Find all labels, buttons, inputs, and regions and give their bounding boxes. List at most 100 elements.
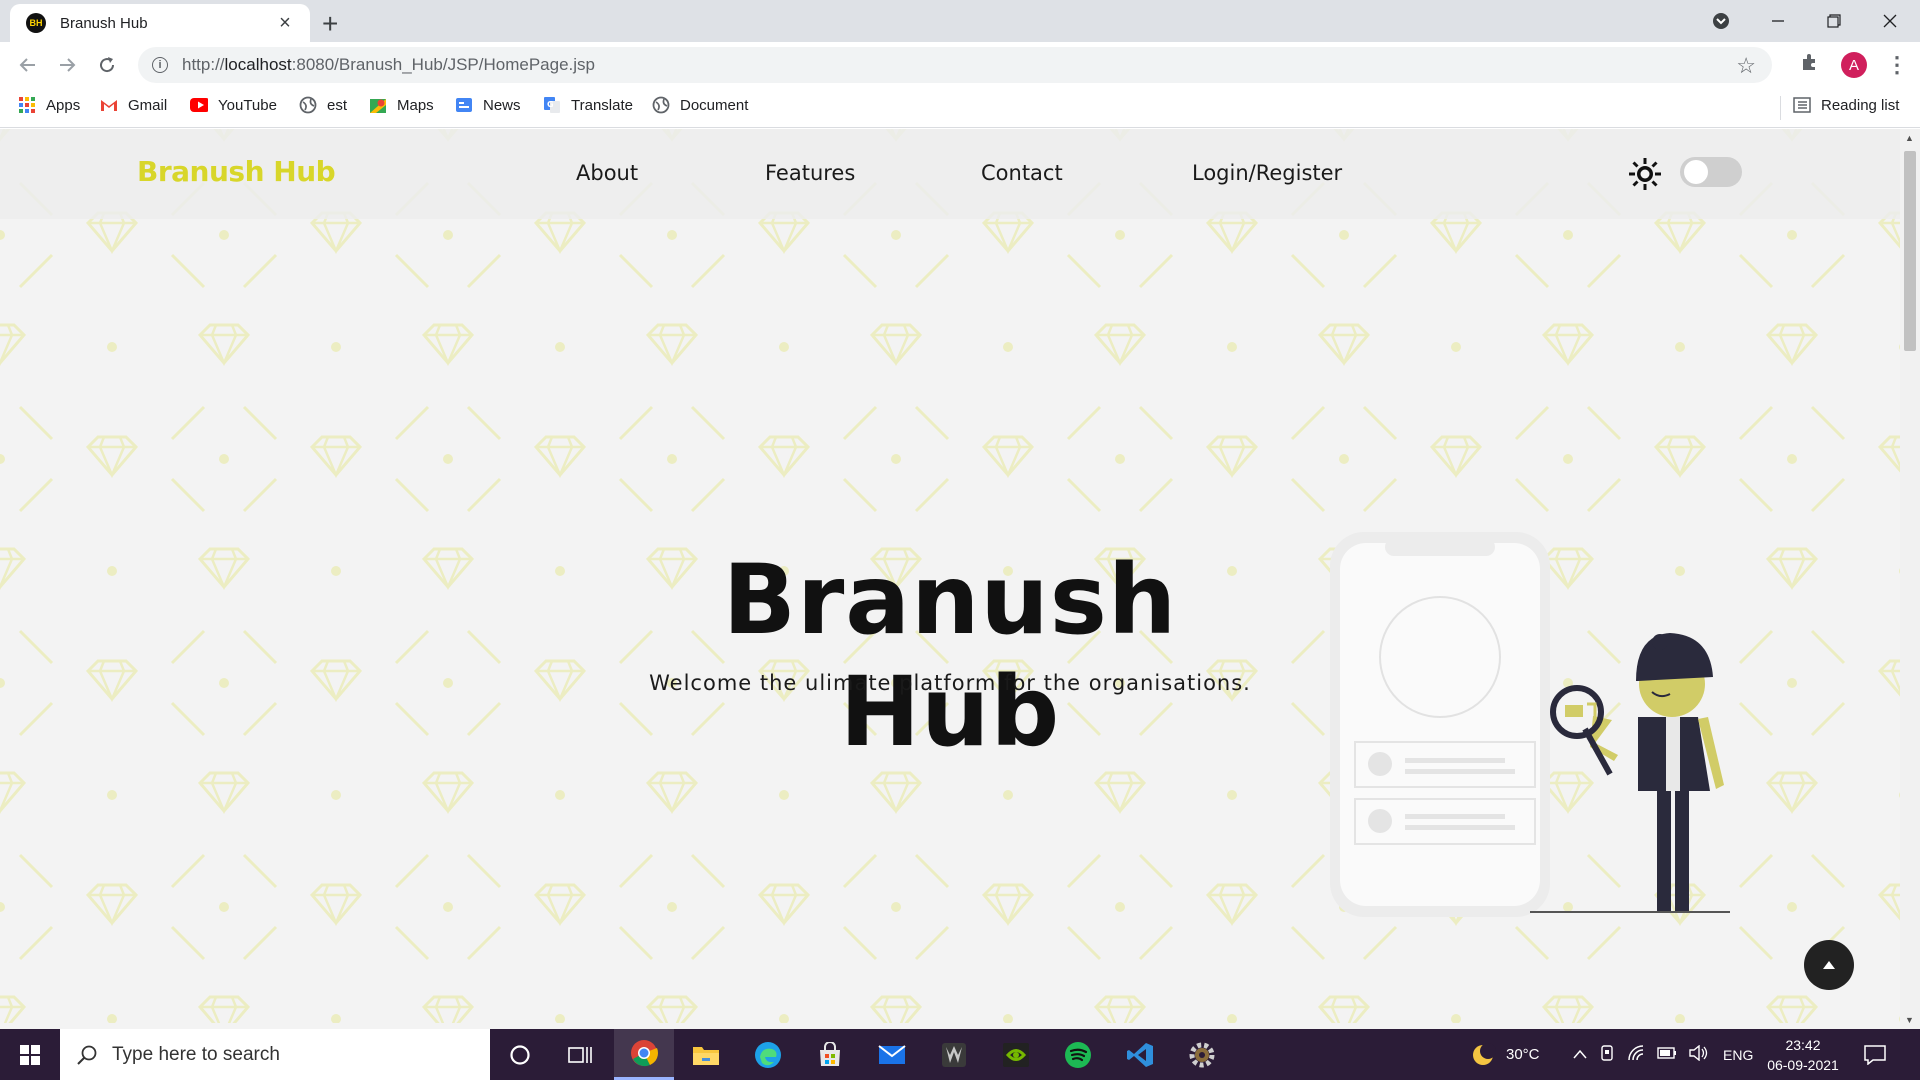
tab-search-button[interactable] — [1693, 0, 1749, 42]
theme-toggle-switch[interactable] — [1680, 157, 1742, 187]
nav-link-about[interactable]: About — [576, 161, 638, 185]
site-logo[interactable]: Branush Hub — [137, 155, 336, 188]
scroll-up-arrow-icon[interactable]: ▲ — [1905, 133, 1914, 143]
restore-icon — [1827, 14, 1841, 28]
taskbar-predator-sense[interactable] — [924, 1029, 984, 1080]
bookmark-maps[interactable]: Maps — [369, 96, 434, 114]
bookmark-apps[interactable]: Apps — [18, 96, 80, 114]
reload-button[interactable] — [93, 51, 121, 79]
scroll-down-arrow-icon[interactable]: ▼ — [1905, 1015, 1914, 1025]
notification-center-button[interactable] — [1864, 1029, 1886, 1080]
cortana-button[interactable] — [490, 1029, 550, 1080]
bookmark-youtube[interactable]: YouTube — [190, 96, 277, 114]
back-to-top-button[interactable] — [1804, 940, 1854, 990]
page-viewport: Branush Hub About Features Contact Login… — [0, 129, 1900, 1029]
bookmarks-divider — [1780, 96, 1781, 120]
taskbar-search-box[interactable]: Type here to search — [60, 1029, 490, 1080]
nav-link-features[interactable]: Features — [765, 161, 855, 185]
bookmark-label: est — [327, 96, 348, 114]
taskbar-edge[interactable] — [738, 1029, 798, 1080]
browser-menu-icon[interactable]: ⋮ — [1886, 52, 1908, 78]
bookmark-label: Translate — [571, 96, 633, 114]
reload-icon — [100, 57, 115, 73]
address-bar[interactable]: i http://localhost:8080/Branush_Hub/JSP/… — [138, 47, 1772, 83]
vscode-icon — [1127, 1042, 1153, 1067]
taskbar-clock[interactable]: 23:42 06-09-2021 — [1766, 1035, 1840, 1075]
chrome-icon — [631, 1040, 658, 1067]
browser-tab-strip: BH Branush Hub × + — [0, 0, 1920, 42]
weather-widget[interactable]: 30°C — [1470, 1029, 1540, 1080]
start-button[interactable] — [0, 1029, 60, 1080]
profile-avatar[interactable]: A — [1841, 52, 1867, 78]
globe-icon — [652, 96, 670, 114]
bookmark-news[interactable]: News — [455, 96, 521, 114]
volume-icon[interactable] — [1689, 1044, 1709, 1065]
bookmark-est[interactable]: est — [299, 96, 347, 114]
taskbar-mail[interactable] — [862, 1029, 922, 1080]
globe-icon — [299, 96, 317, 114]
taskbar-settings-app[interactable] — [1172, 1029, 1232, 1080]
task-view-button[interactable] — [550, 1029, 610, 1080]
task-view-icon — [568, 1046, 592, 1063]
clock-time: 23:42 — [1785, 1037, 1821, 1053]
close-window-button[interactable] — [1862, 0, 1918, 42]
taskbar-vscode[interactable] — [1110, 1029, 1170, 1080]
minimize-button[interactable] — [1750, 0, 1806, 42]
bookmark-label: Maps — [397, 96, 434, 114]
windows-taskbar: Type here to search 30°C ENG 23:42 06-09… — [0, 1029, 1920, 1080]
close-tab-icon[interactable]: × — [274, 12, 296, 35]
reading-list-icon — [1793, 97, 1811, 113]
search-placeholder: Type here to search — [112, 1043, 280, 1065]
new-tab-button[interactable]: + — [322, 8, 338, 40]
bookmark-label: Apps — [46, 96, 81, 114]
url-text: http://localhost:8080/Branush_Hub/JSP/Ho… — [182, 55, 595, 74]
language-indicator[interactable]: ENG — [1723, 1047, 1753, 1063]
extensions-puzzle-icon[interactable] — [1800, 52, 1820, 78]
taskbar-spotify[interactable] — [1048, 1029, 1108, 1080]
battery-icon[interactable] — [1657, 1046, 1677, 1063]
tab-title: Branush Hub — [60, 14, 148, 32]
close-icon — [1883, 14, 1897, 28]
bookmark-translate[interactable]: G Translate — [543, 96, 633, 114]
windows-logo-icon — [20, 1044, 40, 1065]
taskbar-store[interactable] — [800, 1029, 860, 1080]
sun-icon — [1629, 158, 1661, 190]
chevron-down-circle-icon — [1713, 13, 1729, 29]
device-icon[interactable] — [1599, 1044, 1615, 1065]
back-button[interactable] — [14, 51, 42, 79]
toggle-knob — [1684, 160, 1708, 184]
page-scrollbar[interactable]: ▲ ▼ — [1900, 129, 1920, 1029]
nav-link-contact[interactable]: Contact — [981, 161, 1063, 185]
site-favicon-icon: BH — [26, 13, 46, 33]
nav-link-login-register[interactable]: Login/Register — [1192, 161, 1342, 185]
hero-title: Branush Hub — [722, 544, 1178, 768]
taskbar-file-explorer[interactable] — [676, 1029, 736, 1080]
taskbar-chrome[interactable] — [614, 1029, 674, 1080]
bookmark-star-icon[interactable]: ☆ — [1736, 53, 1756, 79]
chevron-up-icon[interactable] — [1573, 1046, 1587, 1063]
bookmark-document[interactable]: Document — [652, 96, 748, 114]
gear-icon — [1189, 1042, 1215, 1067]
arrow-left-icon — [19, 58, 35, 72]
bookmark-gmail[interactable]: Gmail — [100, 96, 167, 114]
clock-date: 06-09-2021 — [1767, 1057, 1839, 1073]
predator-icon — [942, 1042, 966, 1067]
browser-tab[interactable]: BH Branush Hub × — [10, 4, 310, 42]
forward-button[interactable] — [53, 51, 81, 79]
site-navbar: Branush Hub About Features Contact Login… — [0, 129, 1900, 219]
wifi-icon[interactable] — [1627, 1044, 1645, 1065]
reading-list-button[interactable]: Reading list — [1793, 96, 1899, 114]
youtube-icon — [190, 98, 208, 112]
taskbar-nvidia[interactable] — [986, 1029, 1046, 1080]
weather-temperature: 30°C — [1506, 1046, 1540, 1063]
site-info-icon[interactable]: i — [152, 57, 168, 73]
gmail-icon — [101, 100, 117, 111]
minimize-icon — [1772, 20, 1784, 22]
notification-icon — [1864, 1044, 1886, 1065]
phone-search-illustration — [1330, 532, 1730, 917]
search-icon — [77, 1045, 97, 1065]
translate-icon: G — [544, 97, 560, 113]
scroll-thumb[interactable] — [1904, 151, 1916, 351]
bookmark-label: Gmail — [128, 96, 168, 114]
restore-button[interactable] — [1806, 0, 1862, 42]
